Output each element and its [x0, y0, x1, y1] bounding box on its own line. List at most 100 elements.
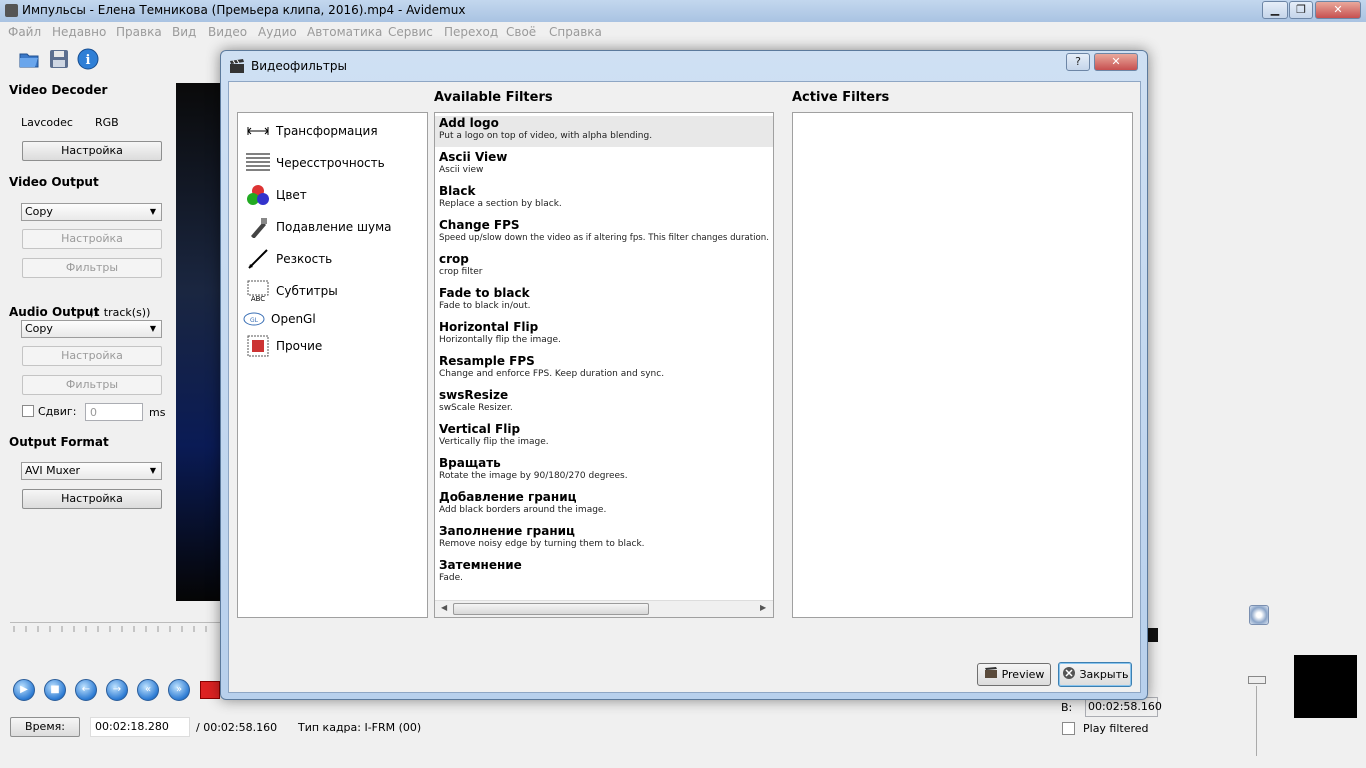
filter-item[interactable]: Vertical Flip Vertically flip the image. [435, 422, 773, 448]
filter-desc: Fade to black in/out. [439, 301, 531, 311]
preview-button[interactable]: Preview [977, 663, 1051, 686]
filter-name: Vertical Flip [439, 422, 521, 436]
menu-file[interactable]: Файл [8, 25, 41, 39]
volume-slider-handle[interactable] [1248, 676, 1266, 684]
time-button[interactable]: Время: [10, 717, 80, 737]
window-title: Импульсы - Елена Темникова (Премьера кли… [22, 3, 466, 17]
category-subtitles[interactable]: ABC Субтитры [246, 277, 338, 305]
resize-icon [246, 120, 270, 142]
menu-view[interactable]: Вид [172, 25, 196, 39]
horizontal-scrollbar[interactable]: ◀ ▶ [435, 600, 773, 617]
svg-text:ABC: ABC [251, 295, 265, 302]
category-sharpen[interactable]: Резкость [246, 245, 332, 273]
active-filters-list[interactable] [792, 112, 1133, 618]
menu-edit[interactable]: Правка [116, 25, 162, 39]
interlace-icon [246, 152, 270, 174]
set-marker-a-icon[interactable] [200, 681, 220, 699]
filter-item[interactable]: Заполнение границ Remove noisy edge by tu… [435, 524, 773, 550]
dialog-close-button[interactable]: ✕ [1094, 53, 1138, 71]
muxer-settings-button[interactable]: Настройка [22, 489, 162, 509]
video-codec-select[interactable]: Copy ▼ [21, 203, 162, 221]
scroll-thumb[interactable] [453, 603, 649, 615]
filter-item[interactable]: Затемнение Fade. [435, 558, 773, 584]
prev-keyframe-icon[interactable]: « [137, 679, 159, 701]
stop-icon[interactable]: ■ [44, 679, 66, 701]
menu-video[interactable]: Видео [208, 25, 247, 39]
filter-item[interactable]: Добавление границ Add black borders aroun… [435, 490, 773, 516]
filter-item[interactable]: crop crop filter [435, 252, 773, 278]
filter-name: Вращать [439, 456, 501, 470]
filter-item[interactable]: Fade to black Fade to black in/out. [435, 286, 773, 312]
audio-filters-button[interactable]: Фильтры [22, 375, 162, 395]
shift-input[interactable]: 0 [85, 403, 143, 421]
color-balls-icon [246, 184, 270, 206]
filter-item[interactable]: swsResize swScale Resizer. [435, 388, 773, 414]
scroll-left-icon[interactable]: ◀ [441, 603, 447, 612]
filter-item[interactable]: Black Replace a section by black. [435, 184, 773, 210]
dialog-title: Видеофильтры [251, 59, 347, 73]
filter-desc: Add black borders around the image. [439, 505, 607, 515]
menu-audio[interactable]: Аудио [258, 25, 297, 39]
menu-custom[interactable]: Своё [506, 25, 536, 39]
filter-desc: Vertically flip the image. [439, 437, 549, 447]
filter-item[interactable]: Change FPS Speed up/slow down the video a… [435, 218, 773, 244]
category-transform[interactable]: Трансформация [246, 117, 378, 145]
filter-name: swsResize [439, 388, 509, 402]
filter-name: Add logo [439, 116, 499, 130]
filter-name: crop [439, 252, 469, 266]
dialog-help-button[interactable]: ? [1066, 53, 1090, 71]
category-opengl[interactable]: GL OpenGl [243, 305, 316, 333]
next-keyframe-icon[interactable]: » [168, 679, 190, 701]
filter-item[interactable]: Ascii View Ascii view [435, 150, 773, 176]
audio-codec-select[interactable]: Copy ▼ [21, 320, 162, 338]
filter-name: Ascii View [439, 150, 508, 164]
active-filters-header: Active Filters [792, 90, 890, 105]
filter-item[interactable]: Resample FPS Change and enforce FPS. Keep… [435, 354, 773, 380]
next-frame-icon[interactable]: → [106, 679, 128, 701]
scroll-right-icon[interactable]: ▶ [760, 603, 766, 612]
save-icon[interactable] [48, 48, 70, 70]
muxer-select[interactable]: AVI Muxer ▼ [21, 462, 162, 480]
volume-icon[interactable] [1249, 605, 1269, 625]
filter-name: Добавление границ [439, 490, 577, 504]
menu-help[interactable]: Справка [549, 25, 602, 39]
minimize-button[interactable]: ▁ [1262, 1, 1288, 19]
play-icon[interactable]: ▶ [13, 679, 35, 701]
shift-unit: ms [149, 406, 166, 419]
filter-desc: Rotate the image by 90/180/270 degrees. [439, 471, 628, 481]
menu-go[interactable]: Переход [444, 25, 498, 39]
video-filters-button[interactable]: Фильтры [22, 258, 162, 278]
filter-item[interactable]: Add logo Put a logo on top of video, with… [435, 116, 773, 147]
category-denoise[interactable]: Подавление шума [246, 213, 391, 241]
close-button[interactable]: Закрыть [1058, 662, 1132, 687]
prev-frame-icon[interactable]: ← [75, 679, 97, 701]
menu-tools[interactable]: Сервис [388, 25, 433, 39]
video-settings-button[interactable]: Настройка [22, 229, 162, 249]
menu-recent[interactable]: Недавно [52, 25, 106, 39]
output-format-title: Output Format [9, 435, 109, 449]
shift-checkbox[interactable] [22, 405, 34, 417]
dialog-body: Трансформация Чересстрочность Цвет Подав… [228, 81, 1141, 693]
app-icon [5, 4, 18, 17]
menu-auto[interactable]: Автоматика [307, 25, 382, 39]
category-color[interactable]: Цвет [246, 181, 307, 209]
filter-item[interactable]: Вращать Rotate the image by 90/180/270 de… [435, 456, 773, 482]
available-filters-list[interactable]: Add logo Put a logo on top of video, with… [434, 112, 774, 618]
timeline-slider[interactable] [10, 622, 220, 636]
chevron-down-icon: ▼ [149, 466, 156, 475]
category-misc[interactable]: Прочие [246, 332, 322, 360]
open-folder-icon[interactable] [18, 48, 40, 70]
window-close-button[interactable]: ✕ [1315, 1, 1361, 19]
audio-settings-button[interactable]: Настройка [22, 346, 162, 366]
decoder-settings-button[interactable]: Настройка [22, 141, 162, 161]
play-filtered-checkbox[interactable] [1062, 722, 1075, 735]
volume-slider-track[interactable] [1256, 686, 1257, 756]
filter-item[interactable]: Horizontal Flip Horizontally flip the ima… [435, 320, 773, 346]
filter-desc: Fade. [439, 573, 463, 583]
category-interlace[interactable]: Чересстрочность [246, 149, 385, 177]
close-icon [1062, 666, 1076, 683]
current-time-field[interactable]: 00:02:18.280 [90, 717, 190, 737]
maximize-button[interactable]: ❐ [1289, 1, 1313, 19]
info-icon[interactable]: i [77, 48, 99, 70]
filter-desc: crop filter [439, 267, 483, 277]
